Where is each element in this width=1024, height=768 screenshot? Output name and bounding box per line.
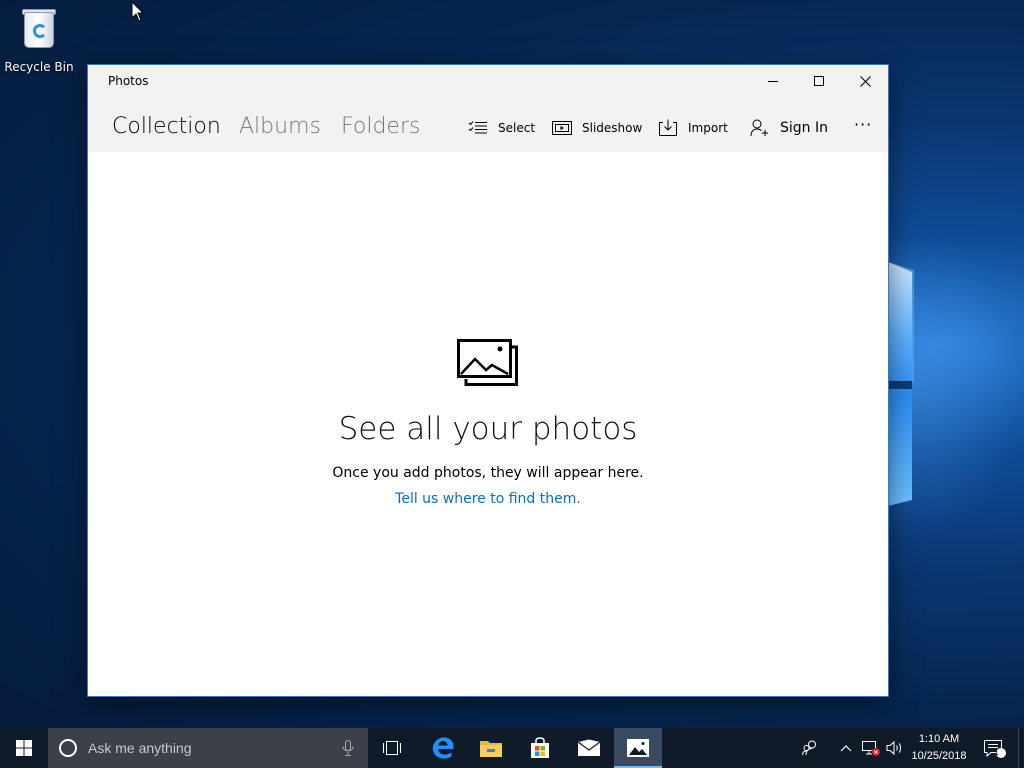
maximize-icon xyxy=(814,76,824,86)
find-photos-link[interactable]: Tell us where to find them. xyxy=(88,491,888,507)
sign-in-label: Sign In xyxy=(780,120,828,136)
task-view-icon xyxy=(383,741,401,755)
store-taskbar-button[interactable] xyxy=(516,728,564,768)
volume-icon xyxy=(886,740,901,756)
search-box[interactable] xyxy=(48,728,368,768)
collection-content: See all your photos Once you add photos,… xyxy=(88,152,888,696)
clock-date: 10/25/2018 xyxy=(911,750,967,762)
people-button[interactable] xyxy=(798,728,824,768)
select-button[interactable]: Select xyxy=(468,117,535,139)
show-hidden-icons-button[interactable] xyxy=(836,728,856,768)
select-list-icon xyxy=(468,121,487,134)
mouse-pointer-icon xyxy=(131,1,145,22)
close-icon xyxy=(859,75,871,87)
sign-in-button[interactable]: Sign In xyxy=(750,117,828,139)
app-header: Collection Albums Folders Select Slidesh… xyxy=(88,97,888,152)
show-desktop-button[interactable] xyxy=(1018,728,1024,768)
close-button[interactable] xyxy=(842,65,888,97)
person-add-icon xyxy=(750,119,768,137)
empty-state-subtitle: Once you add photos, they will appear he… xyxy=(332,465,644,481)
window-title: Photos xyxy=(108,74,149,88)
slideshow-label: Slideshow xyxy=(582,121,643,135)
desktop-icon-recycle-bin[interactable]: Recycle Bin xyxy=(4,6,74,74)
volume-button[interactable] xyxy=(884,728,906,768)
select-label: Select xyxy=(498,121,536,135)
edge-taskbar-button[interactable] xyxy=(419,728,467,768)
empty-state-title: See all your photos xyxy=(338,411,638,447)
recycle-bin-icon xyxy=(20,6,58,48)
photos-icon xyxy=(627,739,649,757)
people-icon xyxy=(802,740,816,756)
minimize-button[interactable] xyxy=(750,65,796,97)
notification-count: 1 xyxy=(994,747,1000,757)
edge-icon xyxy=(433,737,454,759)
start-button[interactable] xyxy=(0,728,48,768)
clock[interactable]: 1:10 AM 10/25/2018 xyxy=(906,731,972,765)
slideshow-button[interactable]: Slideshow xyxy=(552,117,642,139)
more-options-button[interactable]: ··· xyxy=(854,113,872,135)
network-disconnected-icon xyxy=(862,741,880,756)
windows-logo-icon xyxy=(16,740,32,756)
desktop-icon-label: Recycle Bin xyxy=(4,60,74,74)
slideshow-icon xyxy=(552,121,572,135)
maximize-button[interactable] xyxy=(796,65,842,97)
import-button[interactable]: Import xyxy=(658,117,728,139)
chevron-up-icon xyxy=(840,745,852,752)
file-explorer-icon xyxy=(480,741,502,757)
window-titlebar[interactable]: Photos xyxy=(88,65,888,97)
tab-folders[interactable]: Folders xyxy=(341,114,420,139)
network-button[interactable] xyxy=(860,728,882,768)
photos-window: Photos Collection Albums Folders Select xyxy=(87,64,889,697)
taskbar: 1:10 AM 10/25/2018 1 xyxy=(0,728,1024,768)
photos-taskbar-button[interactable] xyxy=(614,728,662,768)
microphone-icon[interactable] xyxy=(342,740,354,756)
mail-icon xyxy=(577,739,601,756)
minimize-icon xyxy=(768,80,778,82)
file-explorer-taskbar-button[interactable] xyxy=(467,728,515,768)
tab-albums[interactable]: Albums xyxy=(239,114,321,139)
photos-stack-icon xyxy=(457,339,518,386)
clock-time: 1:10 AM xyxy=(918,733,960,745)
import-icon xyxy=(659,119,677,136)
action-center-button[interactable]: 1 xyxy=(978,728,1010,768)
cortana-icon xyxy=(59,739,77,757)
search-input[interactable] xyxy=(88,740,328,756)
tab-collection[interactable]: Collection xyxy=(112,114,221,139)
mail-taskbar-button[interactable] xyxy=(565,728,613,768)
import-label: Import xyxy=(688,121,728,135)
store-icon xyxy=(531,737,549,758)
task-view-button[interactable] xyxy=(368,728,416,768)
desktop-wallpaper-logo-gap xyxy=(888,381,912,389)
